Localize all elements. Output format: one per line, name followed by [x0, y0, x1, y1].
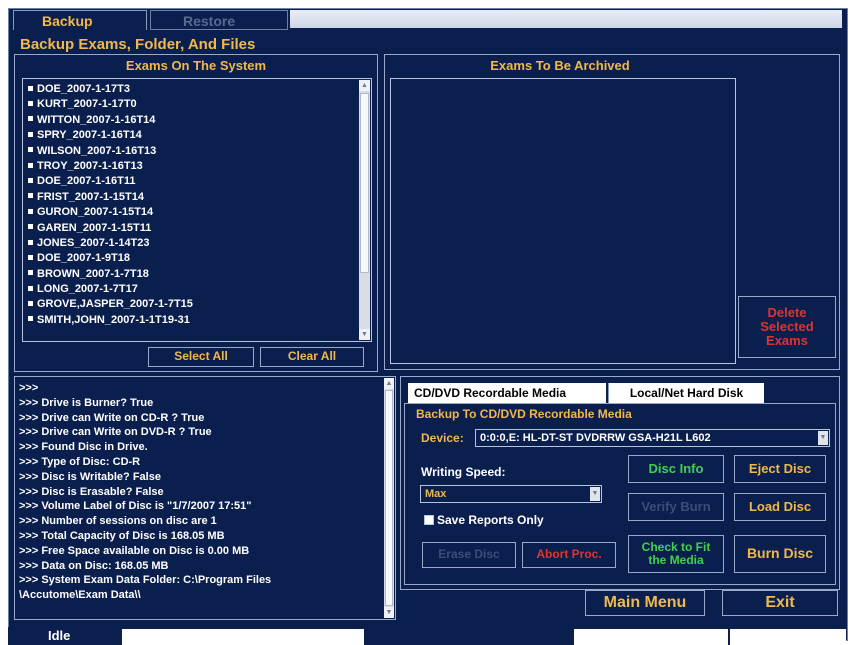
log-line: >>> System Exam Data Folder: C:\Program …	[19, 574, 272, 587]
status-field-3	[730, 629, 846, 645]
log-line: >>> Found Disc in Drive.	[19, 441, 148, 454]
check-to-fit-media-button[interactable]: Check to Fit the Media	[628, 535, 724, 573]
log-line: >>> Number of sessions on disc are 1	[19, 515, 217, 528]
exam-list-item[interactable]: GAREN_2007-1-15T11	[28, 221, 371, 236]
save-reports-only-checkbox[interactable]	[424, 515, 434, 525]
burn-disc-button[interactable]: Burn Disc	[734, 535, 826, 573]
exam-list-item[interactable]: KURT_2007-1-17T0	[28, 97, 371, 112]
exam-list-item[interactable]: TROY_2007-1-16T13	[28, 159, 371, 174]
log-line: >>> Free Space available on Disc is 0.00…	[19, 544, 250, 557]
log-scroll-down-icon[interactable]: ▼	[384, 607, 394, 618]
load-disc-button[interactable]: Load Disc	[734, 493, 826, 521]
status-text: Idle	[48, 628, 71, 643]
log-line: >>>	[19, 382, 39, 394]
status-field-1	[122, 629, 364, 645]
eject-disc-button[interactable]: Eject Disc	[734, 455, 826, 483]
writing-speed-label: Writing Speed:	[421, 465, 506, 479]
chevron-down-icon[interactable]: ▼	[590, 487, 600, 501]
exam-list-item[interactable]: GURON_2007-1-15T14	[28, 205, 371, 220]
exam-list-item[interactable]: JONES_2007-1-14T23	[28, 236, 371, 251]
exam-list-item[interactable]: SMITH,JOHN_2007-1-1T19-31	[28, 313, 371, 328]
exams-on-system-header: Exams On The System	[125, 58, 267, 73]
exams-to-archive-header: Exams To Be Archived	[490, 58, 630, 73]
verify-burn-button[interactable]: Verify Burn	[628, 493, 724, 521]
tab-local-net-hard-disk[interactable]: Local/Net Hard Disk	[608, 383, 764, 403]
tab-restore[interactable]: Restore	[150, 10, 288, 30]
main-menu-button[interactable]: Main Menu	[585, 590, 705, 616]
log-line: >>> Total Capacity of Disc is 168.05 MB	[19, 529, 225, 542]
writing-speed-value: Max	[425, 488, 447, 500]
device-label: Device:	[421, 431, 464, 445]
tab-cd-dvd-media[interactable]: CD/DVD Recordable Media	[408, 383, 606, 403]
backup-cd-section-title: Backup To CD/DVD Recordable Media	[416, 407, 632, 421]
log-line: >>> Type of Disc: CD-R	[19, 455, 141, 468]
log-panel: >>> >>> Drive is Burner? True >>> Drive ca…	[14, 376, 396, 620]
log-line: >>> Data on Disc: 168.05 MB	[19, 559, 169, 572]
exam-list-item[interactable]: DOE_2007-1-9T18	[28, 251, 371, 266]
abort-proc-button[interactable]: Abort Proc.	[522, 542, 616, 568]
device-value: 0:0:0,E: HL-DT-ST DVDRRW GSA-H21L L602	[480, 432, 711, 444]
exam-list-item[interactable]: WITTON_2007-1-16T14	[28, 113, 371, 128]
scroll-up-icon[interactable]: ▲	[359, 80, 370, 91]
status-field-2	[574, 629, 728, 645]
log-line: >>> Disc is Erasable? False	[19, 485, 164, 498]
exam-list-item[interactable]: FRIST_2007-1-15T14	[28, 190, 371, 205]
save-reports-only-label: Save Reports Only	[437, 513, 544, 527]
log-scrollbar[interactable]: ▲ ▼	[384, 378, 394, 618]
page-title: Backup Exams, Folder, And Files	[20, 36, 256, 53]
writing-speed-select[interactable]: Max ▼	[420, 485, 602, 503]
device-select[interactable]: 0:0:0,E: HL-DT-ST DVDRRW GSA-H21L L602 ▼	[475, 429, 830, 447]
log-lines: >>> >>> Drive is Burner? True >>> Drive ca…	[19, 381, 379, 603]
log-line: >>> Drive can Write on DVD-R ? True	[19, 426, 212, 439]
tab-backup[interactable]: Backup	[13, 10, 147, 30]
exams-on-system-list[interactable]: DOE_2007-1-17T3 KURT_2007-1-17T0 WITTON_20…	[22, 78, 372, 342]
log-scroll-up-icon[interactable]: ▲	[384, 378, 394, 389]
exam-list-item[interactable]: LONG_2007-1-7T17	[28, 282, 371, 297]
exam-list-item[interactable]: DOE_2007-1-17T3	[28, 82, 371, 97]
exam-list-item[interactable]: SPRY_2007-1-16T14	[28, 128, 371, 143]
log-line: >>> Drive is Burner? True	[19, 396, 154, 409]
scroll-thumb[interactable]	[360, 93, 369, 273]
disc-info-button[interactable]: Disc Info	[628, 455, 724, 483]
exam-list-item[interactable]: DOE_2007-1-16T11	[28, 174, 371, 189]
exams-list-scrollbar[interactable]: ▲ ▼	[359, 80, 370, 340]
clear-all-button[interactable]: Clear All	[260, 347, 364, 367]
exam-list-item[interactable]: GROVE,JASPER_2007-1-7T15	[28, 297, 371, 312]
tab-strip	[290, 10, 842, 28]
log-scroll-thumb[interactable]	[385, 390, 393, 606]
chevron-down-icon[interactable]: ▼	[818, 431, 828, 445]
scroll-down-icon[interactable]: ▼	[359, 329, 370, 340]
log-line: >>> Volume Label of Disc is "1/7/2007 17…	[19, 500, 252, 513]
exams-to-archive-list[interactable]	[390, 78, 736, 364]
log-line: >>> Drive can Write on CD-R ? True	[19, 411, 205, 424]
exam-list-item[interactable]: WILSON_2007-1-16T13	[28, 144, 371, 159]
status-bar: Idle	[8, 627, 846, 645]
log-line: \Accutome\Exam Data\\	[19, 589, 141, 602]
log-line: >>> Disc is Writable? False	[19, 470, 161, 483]
exit-button[interactable]: Exit	[722, 590, 838, 616]
erase-disc-button[interactable]: Erase Disc	[422, 542, 516, 568]
select-all-button[interactable]: Select All	[148, 347, 254, 367]
delete-selected-exams-button[interactable]: Delete Selected Exams	[738, 296, 836, 358]
exam-list-item[interactable]: BROWN_2007-1-7T18	[28, 267, 371, 282]
